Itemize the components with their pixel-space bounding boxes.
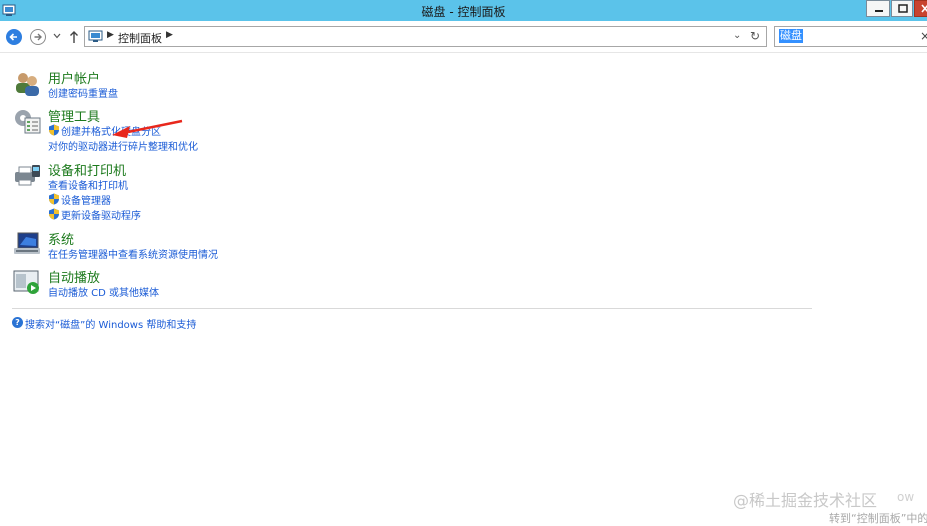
- help-link-label[interactable]: 搜索对“磁盘”的 Windows 帮助和支持: [25, 316, 196, 331]
- search-query[interactable]: 磁盘: [779, 29, 803, 43]
- category-system: 系统 在任务管理器中查看系统资源使用情况: [12, 229, 412, 263]
- help-icon: ?: [12, 317, 23, 328]
- link-label[interactable]: 更新设备驱动程序: [61, 207, 141, 222]
- link-defragment-optimize[interactable]: 对你的驱动器进行碎片整理和优化: [48, 138, 198, 153]
- arrow-right-icon: [34, 33, 42, 41]
- watermark-partial-text: ow: [897, 490, 915, 504]
- refresh-icon[interactable]: ↻: [750, 29, 760, 43]
- footer-tip: 转到“控制面板”中的: [829, 512, 927, 525]
- recent-locations-dropdown[interactable]: [53, 33, 61, 39]
- link-label[interactable]: 设备管理器: [61, 192, 111, 207]
- watermark: @稀土掘金技术社区: [733, 491, 878, 510]
- link-view-devices-printers[interactable]: 查看设备和打印机: [48, 177, 128, 192]
- maximize-icon: [898, 4, 908, 13]
- users-icon: [16, 73, 39, 96]
- navigation-bar: ▶ 控制面板 ▶ ⌄ ↻ 磁盘 ×: [0, 21, 927, 53]
- maximize-button[interactable]: [891, 0, 913, 17]
- control-panel-icon: [88, 30, 103, 42]
- uac-shield-icon: [49, 193, 59, 205]
- uac-shield-icon: [49, 208, 59, 220]
- admin-tools-icon: [15, 110, 41, 134]
- link-autoplay-cd-media[interactable]: 自动播放 CD 或其他媒体: [48, 284, 159, 299]
- category-devices-printers: 设备和打印机 查看设备和打印机 设备管理器 更新设备驱动程序: [12, 160, 412, 222]
- window-title: 磁盘 - 控制面板: [421, 5, 506, 19]
- search-results: 用户帐户 创建密码重置盘 管理工具 创建并格式化硬盘分区 对你的驱动器进行碎片整…: [0, 54, 927, 525]
- annotation-arrow: [112, 119, 183, 138]
- printer-icon: [15, 165, 40, 186]
- back-button[interactable]: [6, 29, 22, 45]
- chevron-down-icon[interactable]: ⌄: [733, 30, 741, 41]
- breadcrumb-separator-icon[interactable]: ▶: [107, 30, 114, 40]
- link-task-manager-resources[interactable]: 在任务管理器中查看系统资源使用情况: [48, 246, 218, 261]
- close-button[interactable]: [914, 0, 927, 17]
- autoplay-icon: [13, 270, 39, 294]
- divider: [12, 308, 812, 309]
- forward-button[interactable]: [30, 29, 46, 45]
- up-arrow-icon[interactable]: [68, 29, 80, 45]
- computer-icon: [14, 232, 40, 254]
- uac-shield-icon: [49, 124, 59, 136]
- title-bar: 磁盘 - 控制面板: [0, 0, 927, 21]
- close-icon: [921, 4, 927, 13]
- category-autoplay: 自动播放 自动播放 CD 或其他媒体: [12, 267, 412, 301]
- arrow-left-icon: [9, 33, 17, 41]
- link-create-password-reset-disk[interactable]: 创建密码重置盘: [48, 85, 118, 100]
- search-input[interactable]: 磁盘 ×: [774, 26, 927, 47]
- address-bar[interactable]: ▶ 控制面板 ▶ ⌄ ↻: [84, 26, 767, 47]
- category-user-accounts: 用户帐户 创建密码重置盘: [12, 68, 412, 108]
- category-administrative-tools: 管理工具 创建并格式化硬盘分区 对你的驱动器进行碎片整理和优化: [12, 106, 412, 156]
- clear-search-icon[interactable]: ×: [920, 29, 927, 43]
- breadcrumb-control-panel[interactable]: 控制面板: [118, 30, 162, 46]
- breadcrumb-separator-icon[interactable]: ▶: [166, 30, 173, 40]
- minimize-button[interactable]: [866, 0, 890, 17]
- minimize-icon: [875, 10, 883, 12]
